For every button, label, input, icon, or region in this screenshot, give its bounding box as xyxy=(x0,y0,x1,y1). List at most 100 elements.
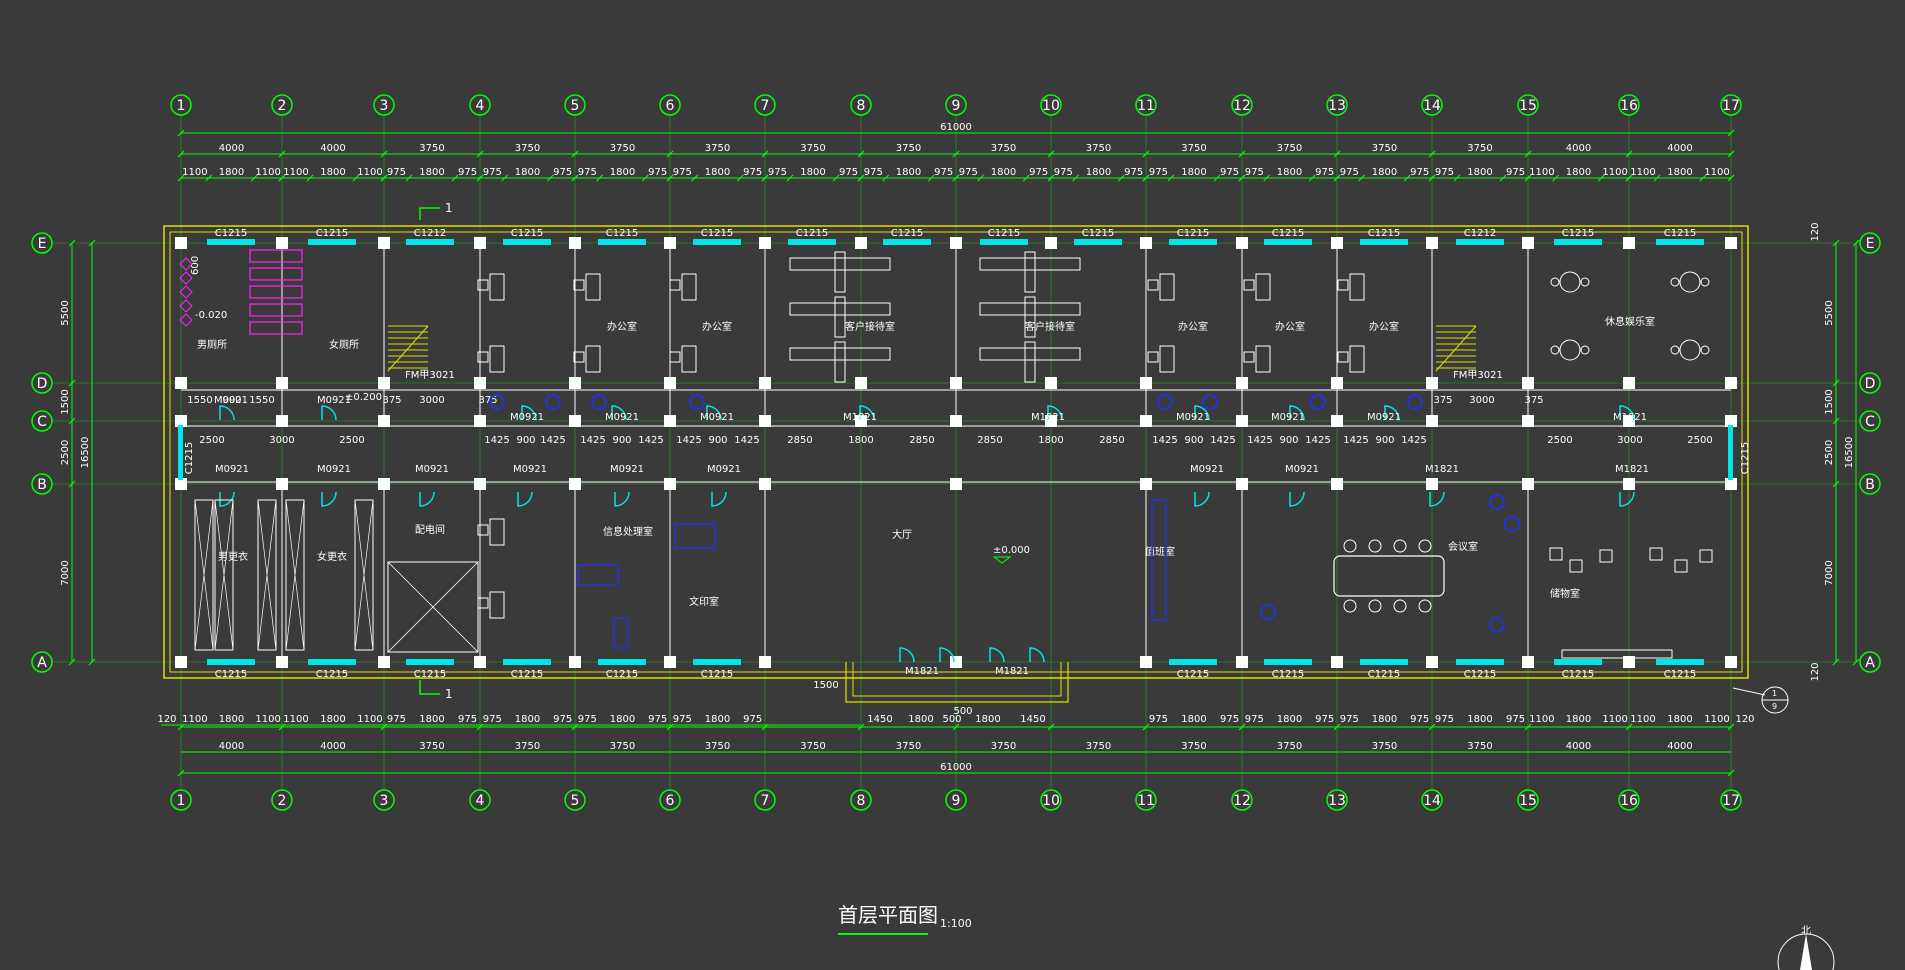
structural-column xyxy=(855,237,867,249)
window-top xyxy=(406,239,454,245)
window-tag-bottom: C1215 xyxy=(1464,669,1496,680)
dim-text-v: 16500 xyxy=(1844,437,1855,469)
structural-column xyxy=(759,478,771,490)
dim-text: 3750 xyxy=(896,143,921,154)
room-label-office: 办公室 xyxy=(1178,320,1208,333)
axis-label-row: C xyxy=(37,414,47,430)
dim-text: 1100 xyxy=(1630,714,1655,725)
dim-text: 3750 xyxy=(1372,741,1397,752)
dim-text: 1800 xyxy=(320,714,345,725)
structural-column xyxy=(276,415,288,427)
structural-column xyxy=(1331,415,1343,427)
door-tag-north: M0921 xyxy=(700,412,734,423)
structural-column xyxy=(1522,237,1534,249)
dim-text: 3750 xyxy=(1086,741,1111,752)
corridor-dim: 1550 xyxy=(249,395,274,406)
dim-text: 1100 xyxy=(1704,714,1729,725)
section-mark-top-label: 1 xyxy=(445,201,453,215)
dim-text: 1800 xyxy=(1372,167,1397,178)
dim-text: 975 xyxy=(839,167,858,178)
corridor-dim: 1550 xyxy=(187,395,212,406)
room-label-reception: 客户接待室 xyxy=(845,320,895,333)
window-tag-top: C1215 xyxy=(1082,228,1114,239)
structural-column xyxy=(1623,237,1635,249)
dim-text: 3750 xyxy=(1181,143,1206,154)
dim-text: 975 xyxy=(458,167,477,178)
axis-label-row: A xyxy=(1865,655,1875,671)
structural-column xyxy=(474,377,486,389)
structural-column xyxy=(1426,377,1438,389)
structural-column xyxy=(378,377,390,389)
dim-text: 975 xyxy=(1245,167,1264,178)
dim-text: 3750 xyxy=(610,143,635,154)
dim-text: 4000 xyxy=(219,143,244,154)
dim-text: 975 xyxy=(1149,714,1168,725)
dim-text: 1800 xyxy=(1566,714,1591,725)
axis-label-col: 14 xyxy=(1423,793,1441,809)
dim-text: 1800 xyxy=(1372,714,1397,725)
structural-column xyxy=(1140,415,1152,427)
dim-text: 975 xyxy=(1340,714,1359,725)
window-tag-bottom: C1215 xyxy=(1368,669,1400,680)
window-top xyxy=(1074,239,1122,245)
axis-label-col: 2 xyxy=(278,793,287,809)
dim-text: 1800 xyxy=(1467,167,1492,178)
corridor-dim: 3000 xyxy=(1617,435,1642,446)
structural-column xyxy=(569,377,581,389)
dim-text-v: 7000 xyxy=(1824,560,1835,585)
corridor-dim: 1425 xyxy=(676,435,701,446)
axis-label-col: 12 xyxy=(1233,98,1251,114)
window-bottom xyxy=(1656,659,1704,665)
dim-text-v: 16500 xyxy=(80,437,91,469)
drawing-scale: 1:100 xyxy=(940,917,972,930)
dim-text: 1800 xyxy=(320,167,345,178)
door-tag-south: M0921 xyxy=(415,464,449,475)
door-tag-south: M0921 xyxy=(610,464,644,475)
dim-text-v: 5500 xyxy=(60,300,71,325)
corridor-dim: 2850 xyxy=(977,435,1002,446)
structural-column xyxy=(1623,478,1635,490)
dim-text: 1450 xyxy=(1020,714,1045,725)
corridor-dim: 2850 xyxy=(1099,435,1124,446)
dim-text: 975 xyxy=(1435,167,1454,178)
dim-text: 3750 xyxy=(1181,741,1206,752)
axis-label-col: 3 xyxy=(380,793,389,809)
room-label-office: 办公室 xyxy=(607,320,637,333)
structural-column xyxy=(569,237,581,249)
window-bottom xyxy=(1456,659,1504,665)
axis-label-col: 10 xyxy=(1042,793,1060,809)
dim-text: 4000 xyxy=(1667,143,1692,154)
window-tag-bottom: C1215 xyxy=(701,669,733,680)
window-tag-side: C1215 xyxy=(184,442,195,474)
dim-text: 3750 xyxy=(1467,143,1492,154)
structural-column xyxy=(950,377,962,389)
window-side-right xyxy=(1728,425,1733,480)
dim-text: 1800 xyxy=(1181,714,1206,725)
north-label: 北 xyxy=(1801,925,1811,937)
level-stair: ±0.200 xyxy=(345,392,382,403)
dim-text-v: 7000 xyxy=(60,560,71,585)
window-tag-top: C1215 xyxy=(1272,228,1304,239)
room-label-duty: 值班室 xyxy=(1145,545,1175,558)
structural-column xyxy=(1331,656,1343,668)
structural-column xyxy=(759,377,771,389)
corridor-dim: 2850 xyxy=(909,435,934,446)
dim-text: 975 xyxy=(1315,167,1334,178)
dim-text: 120 xyxy=(1735,714,1754,725)
window-bottom xyxy=(406,659,454,665)
door-tag-north: M1821 xyxy=(1613,412,1647,423)
dim-text: 975 xyxy=(648,714,667,725)
axis-label-col: 5 xyxy=(571,98,580,114)
structural-column xyxy=(569,478,581,490)
axis-label-col: 6 xyxy=(666,98,675,114)
dim-text: 1100 xyxy=(283,714,308,725)
structural-column xyxy=(759,237,771,249)
corridor-dim: 2500 xyxy=(1687,435,1712,446)
axis-label-col: 9 xyxy=(952,793,961,809)
dim-text: 3750 xyxy=(515,143,540,154)
dim-text-v: 120 xyxy=(1810,662,1821,681)
corridor-dim: 1425 xyxy=(580,435,605,446)
structural-column xyxy=(1522,656,1534,668)
dim-text: 1100 xyxy=(182,714,207,725)
room-label-reception: 客户接待室 xyxy=(1025,320,1075,333)
